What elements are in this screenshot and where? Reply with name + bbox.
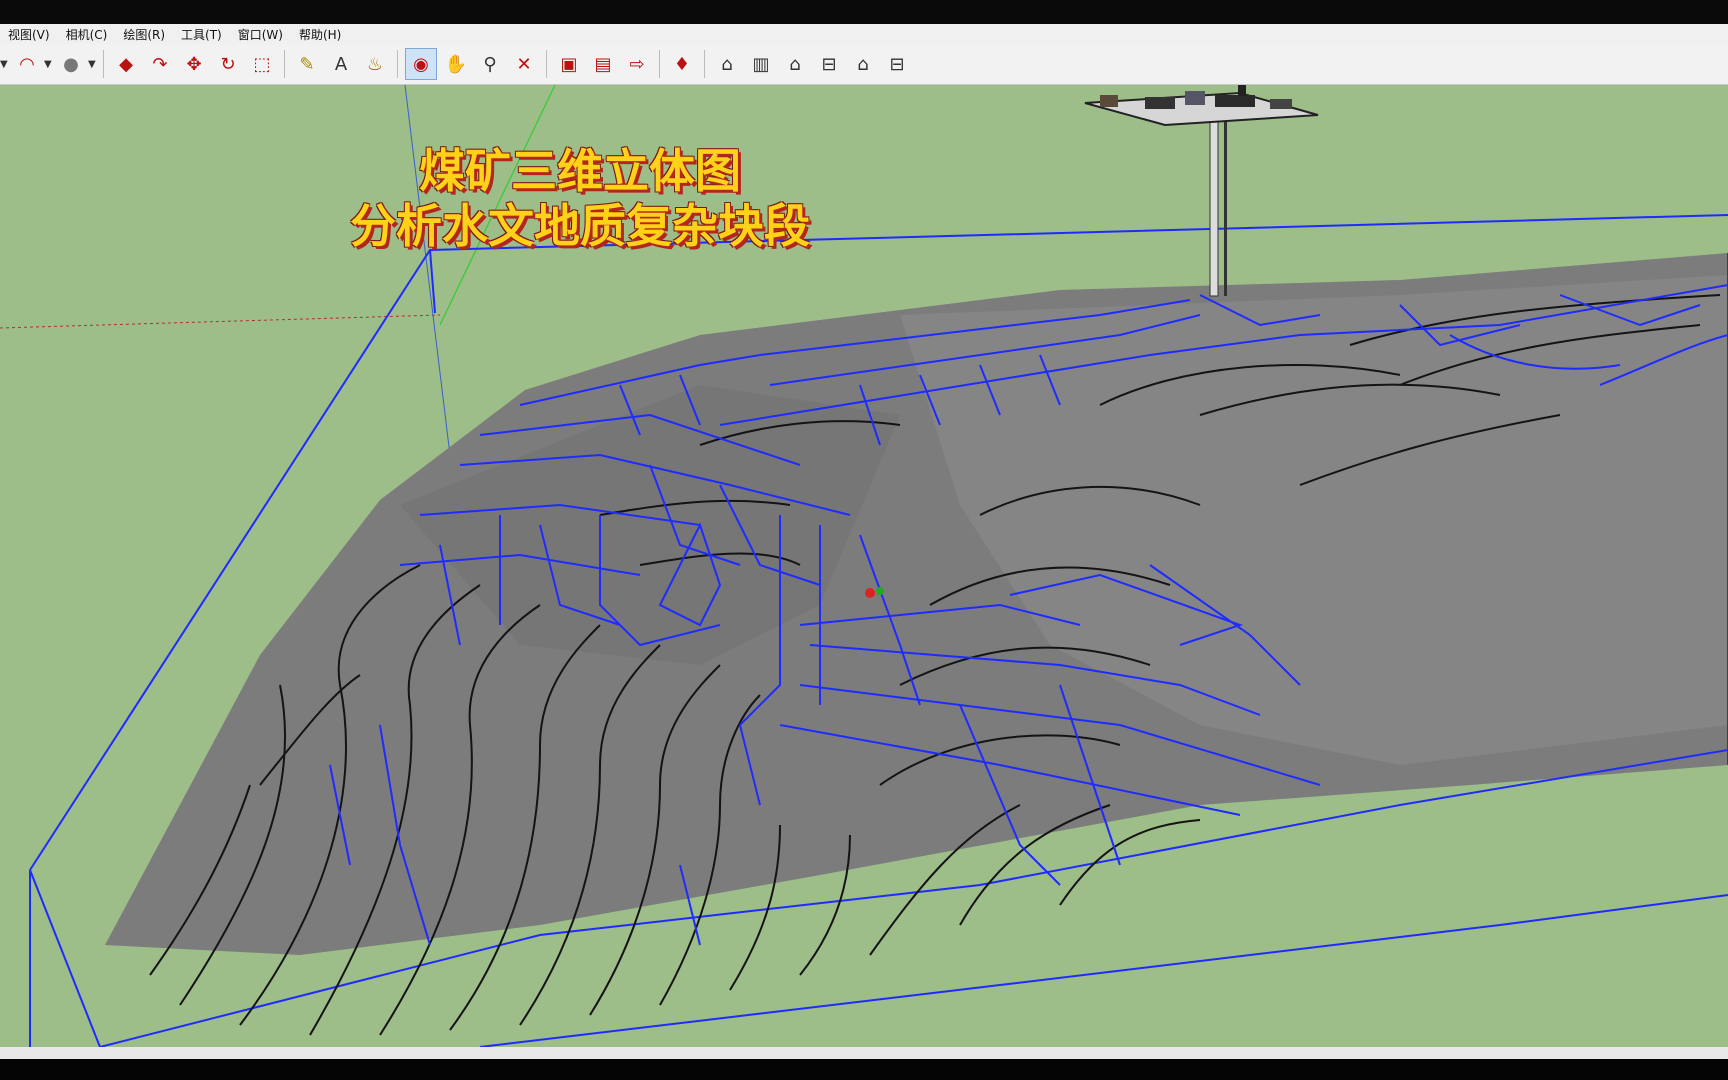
move-icon[interactable]: ✥ xyxy=(179,49,209,79)
menu-camera[interactable]: 相机(C) xyxy=(58,26,116,43)
arc-tool-icon[interactable]: ◠ xyxy=(12,49,42,79)
toolbar-separator xyxy=(397,50,398,78)
rotate-icon[interactable]: ↻ xyxy=(213,49,243,79)
components-icon[interactable]: ▣ xyxy=(554,49,584,79)
status-bar xyxy=(0,1047,1728,1059)
mine-shaft xyxy=(1209,120,1219,297)
left-view-icon[interactable]: ⊟ xyxy=(882,49,912,79)
window-top-bar xyxy=(0,0,1728,24)
push-pull-icon[interactable]: ◆ xyxy=(111,49,141,79)
menu-view[interactable]: 视图(V) xyxy=(0,26,58,43)
share-model-icon[interactable]: ⇨ xyxy=(622,49,652,79)
tape-measure-icon[interactable]: ✎ xyxy=(292,49,322,79)
iso-view-icon[interactable]: ⌂ xyxy=(712,49,742,79)
zoom-icon[interactable]: ⚲ xyxy=(475,49,505,79)
dropdown-icon[interactable]: ▼ xyxy=(44,59,54,70)
window-bottom-bar xyxy=(0,1059,1728,1080)
circle-tool-icon[interactable]: ● xyxy=(56,49,86,79)
menu-draw[interactable]: 绘图(R) xyxy=(115,26,173,43)
menu-tools[interactable]: 工具(T) xyxy=(173,26,230,43)
3d-viewport[interactable]: 煤矿三维立体图 分析水文地质复杂块段 xyxy=(0,85,1728,1047)
toolbar-separator xyxy=(284,50,285,78)
paint-bucket-icon[interactable]: ♨ xyxy=(360,49,390,79)
menu-help[interactable]: 帮助(H) xyxy=(291,26,349,43)
3d-warehouse-icon[interactable]: ▤ xyxy=(588,49,618,79)
toolbar-separator xyxy=(546,50,547,78)
text-tool-icon[interactable]: A xyxy=(326,49,356,79)
bounding-box-front-edge xyxy=(29,869,101,1047)
overlay-title-line2: 分析水文地质复杂块段 xyxy=(350,199,810,253)
scale-icon[interactable]: ⬚ xyxy=(247,49,277,79)
right-view-icon[interactable]: ⊟ xyxy=(814,49,844,79)
toolbar-separator xyxy=(659,50,660,78)
follow-me-icon[interactable]: ↷ xyxy=(145,49,175,79)
model-scene xyxy=(0,85,1728,1047)
bounding-box-base-edge xyxy=(479,894,1728,1047)
zoom-extents-icon[interactable]: ✕ xyxy=(509,49,539,79)
pan-icon[interactable]: ✋ xyxy=(441,49,471,79)
ruby-icon[interactable]: ♦ xyxy=(667,49,697,79)
toolbar: ▼ ◠ ▼ ● ▼ ◆ ↷ ✥ ↻ ⬚ ✎ A ♨ ◉ ✋ ⚲ ✕ ▣ ▤ ⇨ … xyxy=(0,44,1728,85)
menu-bar: 视图(V) 相机(C) 绘图(R) 工具(T) 窗口(W) 帮助(H) xyxy=(0,24,1728,44)
front-view-icon[interactable]: ⌂ xyxy=(780,49,810,79)
mine-shaft-rail xyxy=(1224,121,1227,296)
dropdown-icon[interactable]: ▼ xyxy=(88,59,98,70)
bounding-box-corner-edge xyxy=(429,249,436,314)
top-view-icon[interactable]: ▥ xyxy=(746,49,776,79)
toolbar-separator xyxy=(103,50,104,78)
red-axis-line xyxy=(0,314,441,329)
toolbar-separator xyxy=(704,50,705,78)
menu-window[interactable]: 窗口(W) xyxy=(230,26,291,43)
orbit-icon[interactable]: ◉ xyxy=(405,48,437,80)
back-view-icon[interactable]: ⌂ xyxy=(848,49,878,79)
orbit-pivot-marker xyxy=(865,588,875,598)
dropdown-icon[interactable]: ▼ xyxy=(0,59,10,70)
